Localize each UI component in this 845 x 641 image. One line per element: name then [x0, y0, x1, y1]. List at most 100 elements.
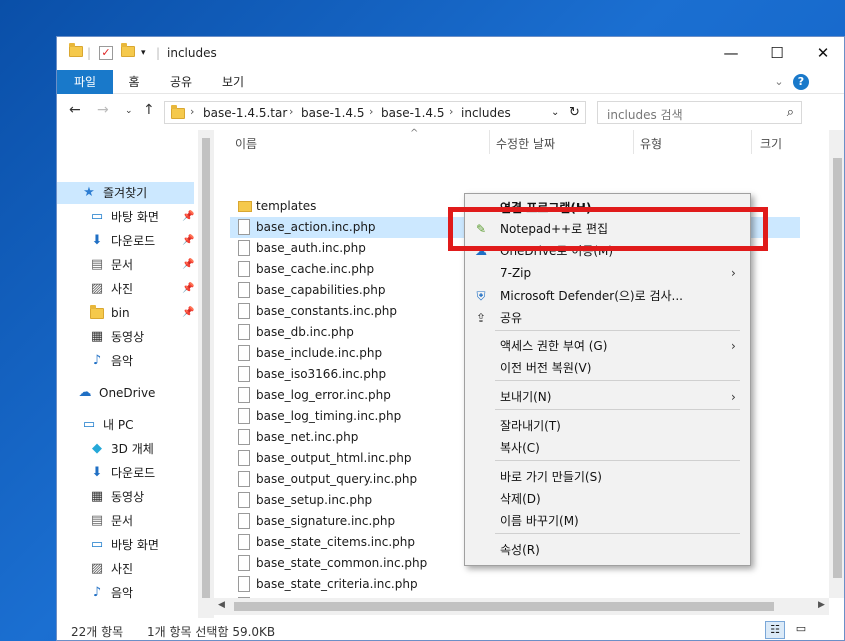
- nav-item-label: 즐겨찾기: [103, 186, 148, 200]
- context-menu-item[interactable]: 잘라내기(T): [465, 415, 750, 437]
- large-icons-view-icon[interactable]: ▭: [791, 621, 811, 639]
- context-menu-label: 이전 버전 복원(V): [500, 361, 592, 375]
- context-menu-item[interactable]: ⇪ 공유: [465, 307, 750, 329]
- chevron-right-icon[interactable]: ›: [289, 105, 293, 118]
- list-horizontal-scroll-thumb[interactable]: [234, 602, 774, 611]
- context-menu-item[interactable]: 복사(C): [465, 437, 750, 459]
- help-icon[interactable]: ?: [793, 74, 809, 90]
- context-menu-label: 액세스 권한 부여 (G): [500, 339, 608, 353]
- minimize-button[interactable]: —: [708, 37, 754, 70]
- breadcrumb-item[interactable]: base-1.4.5: [381, 106, 444, 120]
- search-box[interactable]: includes 검색 ⌕: [597, 101, 802, 124]
- file-icon: [238, 534, 250, 550]
- scroll-right-icon[interactable]: ▶: [818, 600, 825, 610]
- chevron-right-icon[interactable]: ›: [190, 105, 194, 118]
- ribbon-expand-icon[interactable]: ⌄: [771, 70, 787, 94]
- file-icon: [238, 555, 250, 571]
- pin-icon[interactable]: 📌: [182, 230, 194, 252]
- close-button[interactable]: ✕: [800, 37, 844, 70]
- pc-icon: ▭: [82, 417, 96, 432]
- document-icon: ▤: [90, 257, 104, 272]
- folder-icon: [238, 201, 252, 212]
- folder-icon: [89, 305, 105, 321]
- breadcrumb-item[interactable]: includes: [461, 106, 511, 120]
- chevron-right-icon[interactable]: ›: [369, 105, 373, 118]
- context-menu-item[interactable]: 이전 버전 복원(V): [465, 357, 750, 379]
- folder-icon: [69, 43, 83, 62]
- forward-arrow-icon[interactable]: →: [97, 102, 109, 118]
- list-vertical-scroll-thumb[interactable]: [833, 158, 842, 578]
- file-row[interactable]: base_state_criteria.inc.php: [230, 574, 800, 595]
- column-header-name[interactable]: 이름: [235, 135, 257, 152]
- nav-item-label: 바탕 화면: [111, 210, 159, 224]
- context-menu-label: 바로 가기 만들기(S): [500, 470, 602, 484]
- pin-icon[interactable]: 📌: [182, 206, 194, 228]
- column-header-size[interactable]: 크기: [760, 135, 782, 152]
- context-menu-item[interactable]: 7-Zip ›: [465, 262, 750, 284]
- pin-icon[interactable]: 📌: [182, 302, 194, 324]
- chevron-right-icon[interactable]: ›: [449, 105, 453, 118]
- address-bar[interactable]: › base-1.4.5.tar › base-1.4.5 › base-1.4…: [164, 101, 586, 124]
- desktop-background: [0, 0, 56, 641]
- file-name: base_output_html.inc.php: [256, 451, 412, 465]
- nav-item-label: bin: [111, 306, 130, 320]
- breadcrumb-item[interactable]: base-1.4.5: [301, 106, 364, 120]
- nav-item-label: 바탕 화면: [111, 538, 159, 552]
- nav-item-label: 동영상: [111, 490, 145, 504]
- breadcrumb-item[interactable]: base-1.4.5.tar: [203, 106, 287, 120]
- refresh-icon[interactable]: ↻: [569, 105, 580, 120]
- divider: |: [87, 46, 92, 60]
- back-arrow-icon[interactable]: ←: [69, 102, 81, 118]
- file-name: base_state_criteria.inc.php: [256, 577, 418, 591]
- column-header-date[interactable]: 수정한 날짜: [496, 135, 555, 152]
- context-menu-label: 속성(R): [500, 543, 540, 557]
- context-menu-item[interactable]: 이름 바꾸기(M): [465, 510, 750, 532]
- tab-share[interactable]: 공유: [163, 70, 199, 94]
- up-arrow-icon[interactable]: ↑: [143, 102, 155, 118]
- file-icon: [238, 261, 250, 277]
- file-name: base_auth.inc.php: [256, 241, 366, 255]
- tab-file[interactable]: 파일: [57, 70, 113, 94]
- cloud-icon: ☁: [78, 385, 92, 400]
- column-divider[interactable]: [489, 130, 490, 154]
- pin-icon[interactable]: 📌: [182, 254, 194, 276]
- nav-item-label: 다운로드: [111, 234, 156, 248]
- column-divider[interactable]: [751, 130, 752, 154]
- column-header-type[interactable]: 유형: [640, 135, 662, 152]
- column-divider[interactable]: [633, 130, 634, 154]
- navigation-pane: ★ 즐겨찾기 ▭ 바탕 화면 📌 ⬇ 다운로드 📌 ▤ 문서 📌 ▨ 사진 📌 bin 📌 ▦ 동영상 ♪ 음악 ☁ On…: [57, 130, 214, 618]
- context-menu-item[interactable]: 삭제(D): [465, 488, 750, 510]
- context-menu-item[interactable]: ⛨ Microsoft Defender(으)로 검사...: [465, 285, 750, 307]
- desktop-icon: ▭: [90, 209, 104, 224]
- nav-scroll-thumb[interactable]: [202, 138, 210, 598]
- new-folder-icon[interactable]: [121, 43, 135, 62]
- scroll-left-icon[interactable]: ◀: [218, 600, 225, 610]
- download-icon: ⬇: [91, 465, 103, 480]
- video-icon: ▦: [90, 329, 104, 344]
- search-input[interactable]: includes 검색: [607, 106, 683, 123]
- context-menu-item[interactable]: 속성(R): [465, 539, 750, 561]
- nav-item-label: 문서: [111, 258, 134, 272]
- context-menu-item[interactable]: 액세스 권한 부여 (G) ›: [465, 335, 750, 357]
- details-view-icon[interactable]: ☷: [765, 621, 785, 639]
- tab-home[interactable]: 홈: [119, 70, 149, 94]
- nav-item-label: 동영상: [111, 330, 145, 344]
- context-menu-item[interactable]: 바로 가기 만들기(S): [465, 466, 750, 488]
- context-menu-item[interactable]: 보내기(N) ›: [465, 386, 750, 408]
- file-name: base_cache.inc.php: [256, 262, 375, 276]
- pin-icon[interactable]: 📌: [182, 278, 194, 300]
- nav-item-label: 다운로드: [111, 466, 156, 480]
- desktop-icon: ▭: [90, 537, 104, 552]
- ribbon-tabs: 파일 홈 공유 보기 ⌄ ?: [57, 70, 844, 94]
- menu-separator: [495, 409, 740, 410]
- recent-locations-icon[interactable]: ⌄: [125, 106, 133, 116]
- tab-view[interactable]: 보기: [217, 70, 249, 94]
- quick-access-dropdown-icon[interactable]: ▾: [141, 48, 146, 64]
- maximize-button[interactable]: ☐: [754, 37, 800, 70]
- annotation-highlight-box: [448, 207, 768, 251]
- context-menu-label: 이름 바꾸기(M): [500, 514, 579, 528]
- properties-icon[interactable]: ✓: [99, 46, 113, 60]
- file-name: base_net.inc.php: [256, 430, 359, 444]
- selection-info: 1개 항목 선택함 59.0KB: [147, 625, 276, 639]
- address-dropdown-icon[interactable]: ⌄: [551, 107, 559, 118]
